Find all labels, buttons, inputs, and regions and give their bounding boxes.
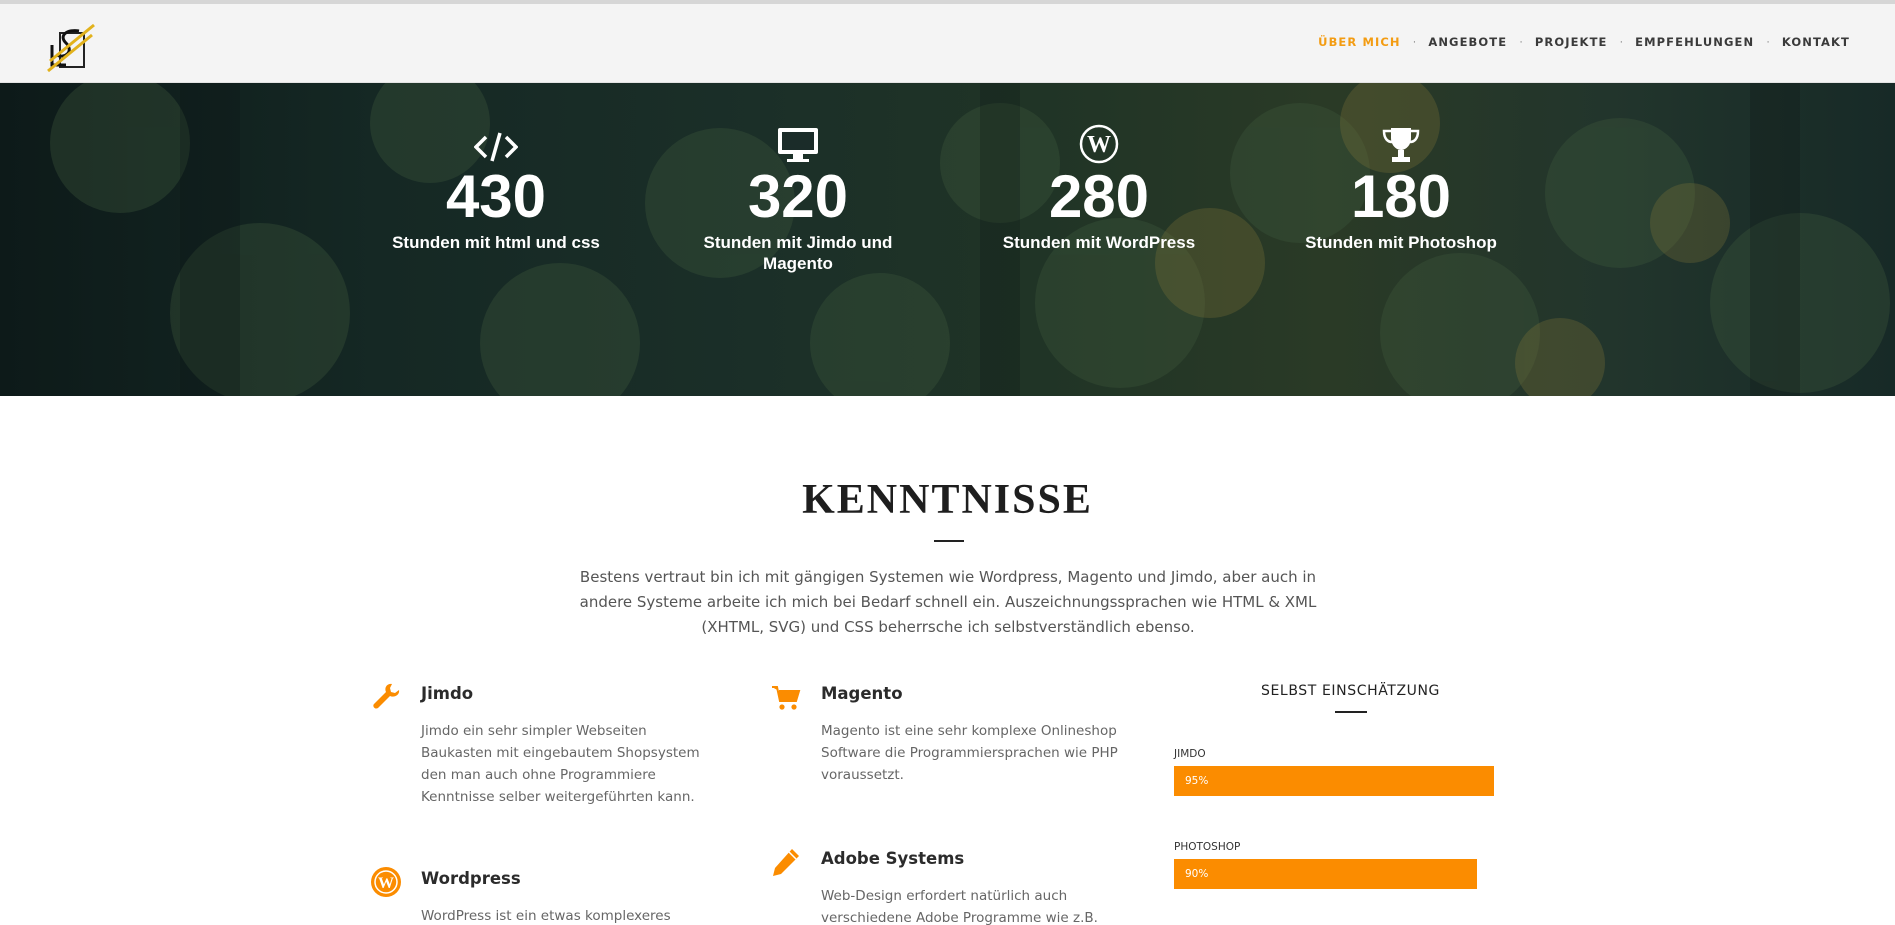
self-assessment-divider — [1335, 711, 1367, 713]
nav-separator: · — [1412, 36, 1417, 48]
stat-value: 180 — [1350, 163, 1452, 230]
stat-photoshop: 180 Stunden mit Photoshop — [1281, 120, 1521, 253]
nav-separator: · — [1766, 36, 1770, 48]
code-icon — [376, 120, 616, 164]
stat-html-css: 430 Stunden mit html und css — [376, 120, 616, 253]
wrench-icon — [370, 681, 404, 715]
progress-value: 90% — [1185, 868, 1209, 880]
site-logo[interactable] — [46, 21, 96, 75]
bar-label-jimdo: JIMDO — [1174, 748, 1206, 760]
skill-description: Web-Design erfordert natürlich auch vers… — [821, 888, 1098, 925]
title-divider — [934, 540, 964, 542]
wordpress-icon: W — [370, 866, 404, 900]
nav-item-empfehlungen[interactable]: EMPFEHLUNGEN — [1635, 35, 1754, 49]
site-header: ÜBER MICH · ANGEBOTE · PROJEKTE · EMPFEH… — [0, 4, 1895, 83]
progress-value: 95% — [1185, 775, 1209, 787]
stat-label: Stunden mit WordPress — [1002, 233, 1196, 252]
stat-label: Stunden mit html und css — [392, 233, 600, 252]
stat-wordpress: W 280 Stunden mit WordPress — [979, 120, 1219, 253]
main-nav: ÜBER MICH · ANGEBOTE · PROJEKTE · EMPFEH… — [1318, 35, 1850, 49]
cart-icon — [770, 681, 804, 715]
progress-fill — [1174, 859, 1478, 889]
skill-description: Jimdo ein sehr simpler Webseiten Baukast… — [421, 723, 700, 805]
stat-label: Stunden mit Photoshop — [1305, 233, 1497, 252]
section-title: KENNTNISSE — [802, 477, 1093, 523]
nav-item-projekte[interactable]: PROJEKTE — [1535, 35, 1608, 49]
stat-value: 280 — [1048, 163, 1150, 230]
nav-item-kontakt[interactable]: KONTAKT — [1782, 35, 1850, 49]
nav-separator: · — [1519, 36, 1523, 48]
skill-title: Adobe Systems — [821, 849, 965, 868]
nav-separator: · — [1619, 36, 1624, 48]
monitor-icon — [678, 120, 918, 164]
skill-description: WordPress ist ein etwas komplexeres — [421, 908, 671, 924]
section-intro: Bestens vertraut bin ich mit gängigen Sy… — [579, 568, 1317, 636]
skill-description: Magento ist eine sehr komplexe Onlinesho… — [821, 723, 1118, 783]
stat-value: 430 — [445, 163, 547, 230]
skill-title: Magento — [821, 684, 903, 703]
wordpress-icon: W — [979, 120, 1219, 164]
bar-label-photoshop: PHOTOSHOP — [1174, 841, 1241, 853]
svg-text:W: W — [378, 875, 394, 892]
forest-background — [50, 83, 1890, 396]
progress-fill — [1174, 766, 1495, 796]
stats-hero: 430 Stunden mit html und css 320 Stunden… — [0, 83, 1895, 396]
svg-text:W: W — [1087, 132, 1111, 158]
skill-title: Wordpress — [421, 869, 521, 888]
stat-jimdo-magento: 320 Stunden mit Jimdo und Magento — [678, 120, 918, 274]
progress-bar-photoshop: 90% — [1174, 859, 1511, 889]
progress-bar-jimdo: 95% — [1174, 766, 1511, 796]
nav-item-angebote[interactable]: ANGEBOTE — [1428, 35, 1507, 49]
trophy-icon — [1281, 120, 1521, 164]
skill-title: Jimdo — [421, 684, 474, 703]
stat-label: Stunden mit Jimdo und Magento — [703, 233, 893, 273]
nav-item-ueber-mich[interactable]: ÜBER MICH — [1318, 35, 1401, 49]
pencil-icon — [770, 846, 804, 880]
stat-value: 320 — [747, 163, 849, 230]
self-assessment-title: SELBST EINSCHÄTZUNG — [1260, 683, 1441, 699]
